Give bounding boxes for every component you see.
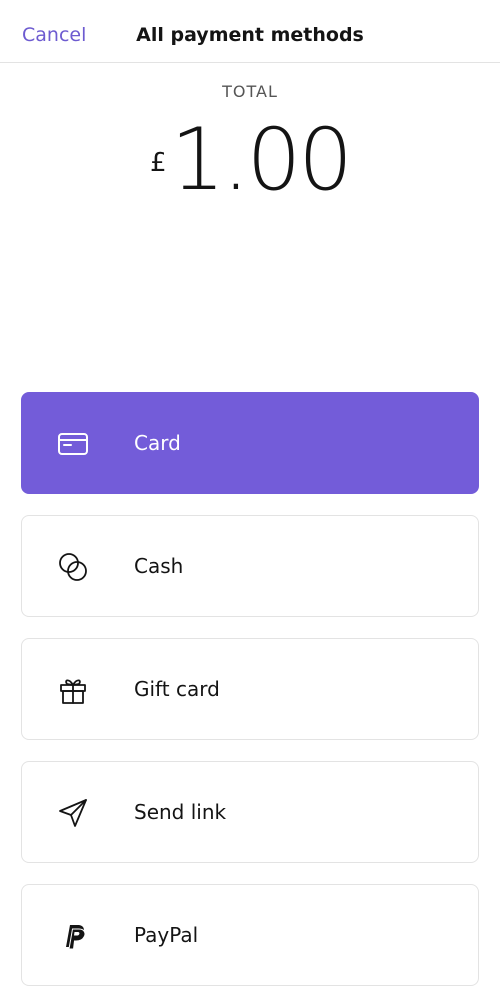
payment-method-paypal[interactable]: PayPal	[21, 884, 479, 986]
payment-method-label: Send link	[134, 800, 227, 824]
credit-card-icon	[55, 426, 91, 462]
paypal-icon	[55, 918, 91, 954]
payment-method-label: Card	[134, 431, 181, 455]
paper-plane-icon	[55, 795, 91, 831]
payment-method-cash[interactable]: Cash	[21, 515, 479, 617]
payment-method-label: Gift card	[134, 677, 220, 701]
payment-method-card[interactable]: Card	[21, 392, 479, 494]
page-title: All payment methods	[136, 24, 364, 46]
gift-icon	[55, 672, 91, 708]
payment-method-send-link[interactable]: Send link	[21, 761, 479, 863]
currency-symbol: £	[149, 148, 167, 178]
total-amount: £1.00	[0, 112, 500, 208]
payment-method-list: Card Cash Gift card Send link PayPal	[21, 392, 479, 1007]
total-label: TOTAL	[222, 82, 278, 101]
payment-method-gift-card[interactable]: Gift card	[21, 638, 479, 740]
coins-icon	[55, 549, 91, 585]
top-bar: Cancel All payment methods	[0, 0, 500, 63]
payment-method-label: Cash	[134, 554, 184, 578]
payment-method-label: PayPal	[134, 923, 199, 947]
amount-value: 1.00	[170, 110, 353, 210]
